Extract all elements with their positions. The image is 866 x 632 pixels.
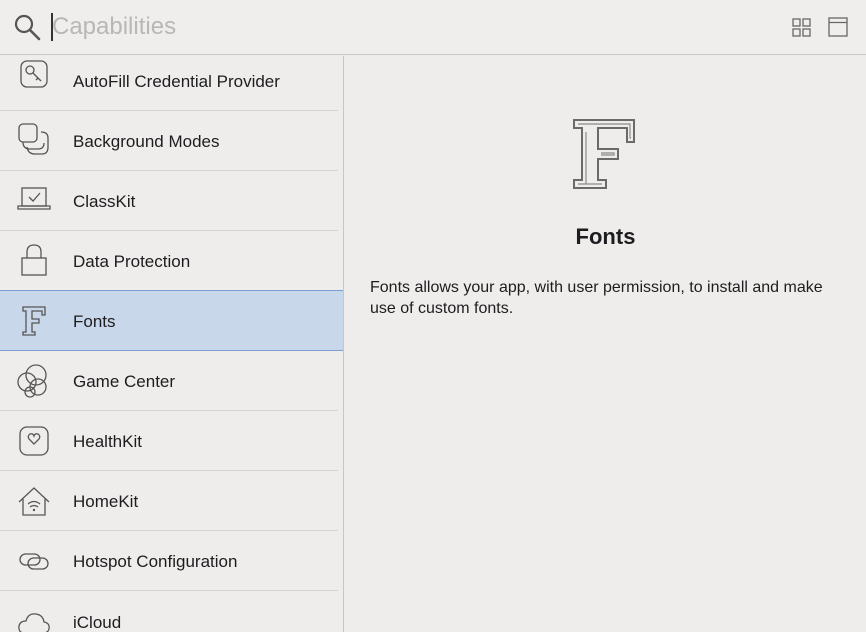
capability-item-background-modes[interactable]: Background Modes: [0, 111, 343, 171]
capability-label: AutoFill Credential Provider: [73, 72, 280, 91]
font-icon: [22, 306, 46, 336]
font-icon: [573, 119, 635, 189]
hotspot-icon: [19, 553, 49, 570]
capability-item-game-center[interactable]: Game Center: [0, 351, 343, 411]
detail-title: Fonts: [575, 224, 636, 249]
classkit-icon: [17, 187, 51, 210]
lock-icon: [21, 244, 47, 276]
detail-description: Fonts allows your app, with user permiss…: [370, 279, 823, 317]
capability-item-classkit[interactable]: ClassKit: [0, 171, 343, 231]
game-center-icon: [17, 364, 47, 398]
capability-item-healthkit[interactable]: HealthKit: [0, 411, 343, 471]
capability-label: HomeKit: [73, 492, 139, 511]
key-icon: [20, 60, 48, 88]
cloud-icon: [18, 613, 50, 632]
capability-item-data-protection[interactable]: Data Protection: [0, 231, 343, 291]
heart-icon: [19, 426, 49, 456]
capability-label: Fonts: [73, 312, 116, 331]
panel-view-icon[interactable]: [826, 15, 850, 39]
capability-item-autofill[interactable]: AutoFill Credential Provider: [0, 56, 343, 111]
search-bar: [0, 0, 866, 55]
capability-item-icloud[interactable]: iCloud: [0, 591, 343, 632]
capabilities-window: AutoFill Credential Provider Background …: [0, 0, 866, 632]
capability-item-homekit[interactable]: HomeKit: [0, 471, 343, 531]
text-caret: [51, 13, 53, 41]
grid-view-icon[interactable]: [790, 15, 814, 39]
layers-icon: [18, 123, 49, 155]
capability-item-fonts[interactable]: Fonts: [0, 290, 343, 351]
capability-label: Hotspot Configuration: [73, 552, 238, 571]
search-icon: [14, 14, 41, 41]
capability-label: Data Protection: [73, 252, 191, 271]
search-input[interactable]: [50, 11, 652, 43]
capability-label: ClassKit: [73, 192, 136, 211]
home-icon: [18, 487, 50, 516]
capability-label: Game Center: [73, 372, 176, 391]
capability-label: Background Modes: [73, 132, 220, 151]
capability-detail-panel: Fonts Fonts allows your app, with user p…: [345, 56, 866, 632]
capability-label: HealthKit: [73, 432, 142, 451]
capabilities-list: AutoFill Credential Provider Background …: [0, 56, 344, 632]
capability-item-hotspot-configuration[interactable]: Hotspot Configuration: [0, 531, 343, 591]
capability-label: iCloud: [73, 613, 122, 632]
